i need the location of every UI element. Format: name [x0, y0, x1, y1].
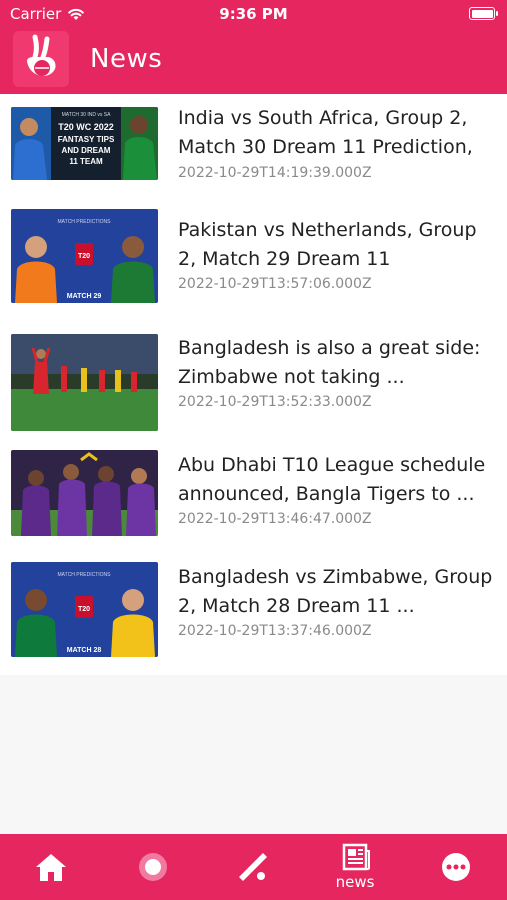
news-date: 2022-10-29T14:19:39.000Z — [178, 165, 372, 181]
news-date: 2022-10-29T13:46:47.000Z — [178, 511, 372, 527]
news-item[interactable]: Bangladesh is also a great side: Zimbabw… — [0, 324, 507, 442]
news-date: 2022-10-29T13:37:46.000Z — [178, 623, 372, 639]
svg-text:AND DREAM: AND DREAM — [62, 146, 111, 155]
news-item[interactable]: MATCH 30 IND vs SA T20 WC 2022 FANTASY T… — [0, 94, 507, 209]
news-thumbnail: MATCH 30 IND vs SA T20 WC 2022 FANTASY T… — [11, 107, 158, 180]
bottom-tab-bar: news — [0, 834, 507, 900]
newspaper-icon — [342, 843, 370, 871]
news-item[interactable]: T20 MATCH PREDICTIONS MATCH 29 Pakistan … — [0, 209, 507, 324]
svg-text:MATCH PREDICTIONS: MATCH PREDICTIONS — [58, 572, 112, 578]
svg-text:FANTASY TIPS: FANTASY TIPS — [58, 135, 115, 144]
tab-news-label: news — [335, 873, 375, 891]
news-thumbnail: T20 MATCH PREDICTIONS MATCH 29 — [11, 209, 158, 303]
news-date: 2022-10-29T13:52:33.000Z — [178, 394, 372, 410]
svg-text:11 TEAM: 11 TEAM — [69, 157, 103, 166]
status-bar: Carrier 9:36 PM — [0, 0, 507, 28]
tab-cricket[interactable] — [213, 834, 293, 900]
news-thumbnail — [11, 450, 158, 536]
svg-text:MATCH 29: MATCH 29 — [67, 293, 102, 300]
news-title: Bangladesh vs Zimbabwe, Group 2, Match 2… — [178, 566, 493, 617]
app-header: Carrier 9:36 PM News — [0, 0, 507, 94]
news-date: 2022-10-29T13:57:06.000Z — [178, 276, 372, 292]
more-icon — [442, 853, 470, 881]
tab-home[interactable] — [11, 834, 91, 900]
home-icon — [36, 854, 66, 881]
tab-news[interactable]: news — [315, 834, 395, 900]
news-item[interactable]: T20 MATCH PREDICTIONS MATCH 28 Banglades… — [0, 555, 507, 675]
app-logo — [13, 31, 69, 87]
svg-text:T20 WC 2022: T20 WC 2022 — [58, 122, 114, 132]
news-thumbnail — [11, 334, 158, 431]
news-title: Abu Dhabi T10 League schedule announced,… — [178, 454, 486, 505]
svg-text:MATCH PREDICTIONS: MATCH PREDICTIONS — [58, 219, 112, 225]
hand-ball-logo-icon — [27, 34, 56, 76]
news-title: India vs South Africa, Group 2, Match 30… — [178, 107, 473, 158]
news-thumbnail: T20 MATCH PREDICTIONS MATCH 28 — [11, 562, 158, 657]
news-title: Bangladesh is also a great side: Zimbabw… — [178, 337, 481, 388]
svg-text:T20: T20 — [78, 253, 90, 260]
tab-more[interactable] — [416, 834, 496, 900]
page-title: News — [90, 44, 163, 74]
news-item[interactable]: Abu Dhabi T10 League schedule announced,… — [0, 442, 507, 555]
cricket-bat-icon — [239, 853, 267, 881]
news-title: Pakistan vs Netherlands, Group 2, Match … — [178, 219, 477, 270]
tab-live[interactable] — [113, 834, 193, 900]
svg-text:T20: T20 — [78, 606, 90, 613]
status-time: 9:36 PM — [219, 5, 288, 23]
news-list: MATCH 30 IND vs SA T20 WC 2022 FANTASY T… — [0, 94, 507, 675]
svg-text:MATCH 28: MATCH 28 — [67, 647, 102, 654]
svg-text:MATCH 30 IND vs SA: MATCH 30 IND vs SA — [62, 112, 111, 118]
battery-icon — [469, 7, 498, 20]
record-icon — [139, 853, 167, 881]
